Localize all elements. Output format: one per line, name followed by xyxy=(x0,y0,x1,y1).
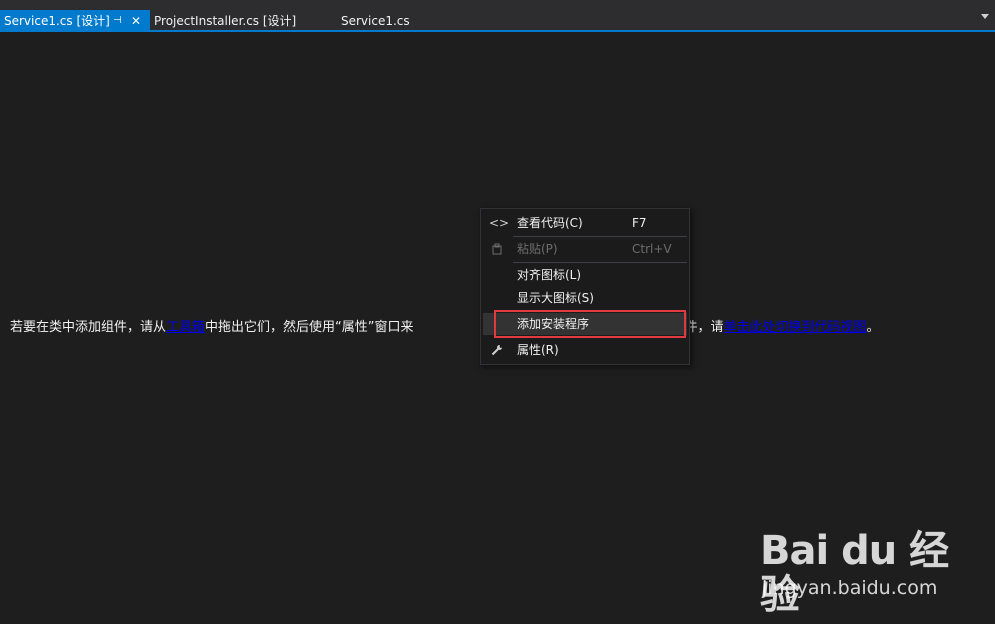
context-menu: <> 查看代码(C) F7 粘贴(P) Ctrl+V 对齐图标(L) 显示大图标… xyxy=(480,208,690,365)
wrench-icon xyxy=(489,339,505,363)
menu-item-label: 显示大图标(S) xyxy=(517,291,594,305)
watermark-site: jingyan.baidu.com xyxy=(762,577,938,599)
menu-item-paste[interactable]: 粘贴(P) Ctrl+V xyxy=(483,238,687,260)
code-view-link[interactable]: 单击此处切换到代码视图 xyxy=(724,320,867,335)
tab-projectinstaller-design[interactable]: ProjectInstaller.cs [设计] xyxy=(150,10,300,32)
tab-label: Service1.cs xyxy=(341,14,410,28)
tab-label: ProjectInstaller.cs [设计] xyxy=(154,14,297,28)
toolbox-link[interactable]: 工具箱 xyxy=(166,320,205,335)
menu-separator xyxy=(513,262,687,263)
hint-text-end: 。 xyxy=(866,320,880,335)
hint-text-middle: 中拖出它们，然后使用“属性”窗口来 xyxy=(205,320,414,335)
code-icon: <> xyxy=(489,216,510,230)
designer-hint-text: 若要在类中添加组件，请从工具箱中拖出它们，然后使用“属性”窗口来建方法和事件，请… xyxy=(10,318,880,338)
paste-icon xyxy=(489,238,505,262)
menu-item-label: 查看代码(C) xyxy=(517,216,583,230)
chevron-down-icon[interactable] xyxy=(981,14,989,19)
pin-icon[interactable]: ⊣ xyxy=(113,10,122,32)
menu-item-align-icons[interactable]: 对齐图标(L) xyxy=(483,264,687,286)
menu-item-label: 粘贴(P) xyxy=(517,242,558,256)
menu-item-properties[interactable]: 属性(R) xyxy=(483,339,687,361)
document-tab-strip: Service1.cs [设计] ⊣ ✕ ProjectInstaller.cs… xyxy=(0,0,995,32)
menu-item-label: 属性(R) xyxy=(517,343,559,357)
tab-service1-code[interactable]: Service1.cs xyxy=(337,10,414,32)
menu-item-view-code[interactable]: <> 查看代码(C) F7 xyxy=(483,212,687,234)
close-icon[interactable]: ✕ xyxy=(131,10,141,32)
menu-item-show-large-icons[interactable]: 显示大图标(S) xyxy=(483,287,687,309)
menu-separator xyxy=(513,236,687,237)
tab-label: Service1.cs [设计] xyxy=(4,14,110,28)
watermark-brand: Bai du 经验 xyxy=(760,528,949,618)
hint-text-before: 若要在类中添加组件，请从 xyxy=(10,320,167,335)
highlight-annotation xyxy=(494,310,686,338)
tab-service1-design[interactable]: Service1.cs [设计] ⊣ ✕ xyxy=(0,10,150,32)
menu-item-shortcut: F7 xyxy=(632,216,647,230)
menu-item-shortcut: Ctrl+V xyxy=(632,242,672,256)
menu-item-label: 对齐图标(L) xyxy=(517,268,582,282)
baidu-jingyan-watermark: Bai du 经验 jingyan.baidu.com xyxy=(760,515,960,617)
